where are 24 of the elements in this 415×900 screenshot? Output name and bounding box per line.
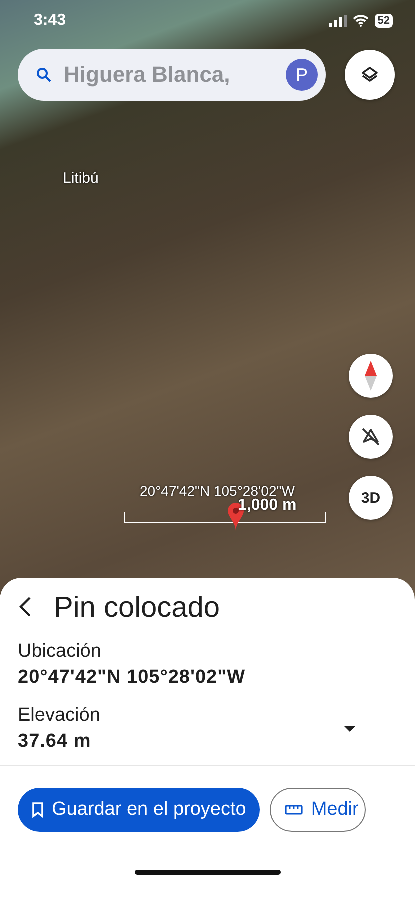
place-label: Litibú <box>63 170 99 187</box>
navigation-off-icon <box>360 426 382 448</box>
search-field[interactable]: Higuera Blanca, P <box>18 49 326 101</box>
bookmark-icon <box>32 802 44 818</box>
coordinates-label: 20°47'42"N 105°28'02"W <box>140 483 295 499</box>
battery-level: 52 <box>374 14 393 28</box>
field-label: Ubicación <box>18 641 102 663</box>
layers-icon <box>360 65 380 85</box>
status-time: 3:43 <box>34 12 66 30</box>
signal-icon <box>328 15 347 27</box>
search-icon <box>36 67 52 83</box>
wifi-icon <box>352 15 369 27</box>
ruler-icon <box>285 805 304 815</box>
measure-button[interactable]: Medir <box>270 788 366 832</box>
field-value: 20°47'42"N 105°28'02"W <box>18 667 247 689</box>
account-avatar[interactable]: P <box>286 59 318 91</box>
dropdown-arrow-icon[interactable] <box>343 725 357 733</box>
field-value: 37.64 m <box>18 731 92 753</box>
sheet-title: Pin colocado <box>54 592 220 625</box>
scale-label: 1,000 m <box>238 497 297 515</box>
back-icon <box>18 596 32 618</box>
field-label: Elevación <box>18 705 102 727</box>
save-to-project-button[interactable]: Guardar en el proyecto <box>18 788 260 832</box>
compass-icon <box>364 361 378 391</box>
